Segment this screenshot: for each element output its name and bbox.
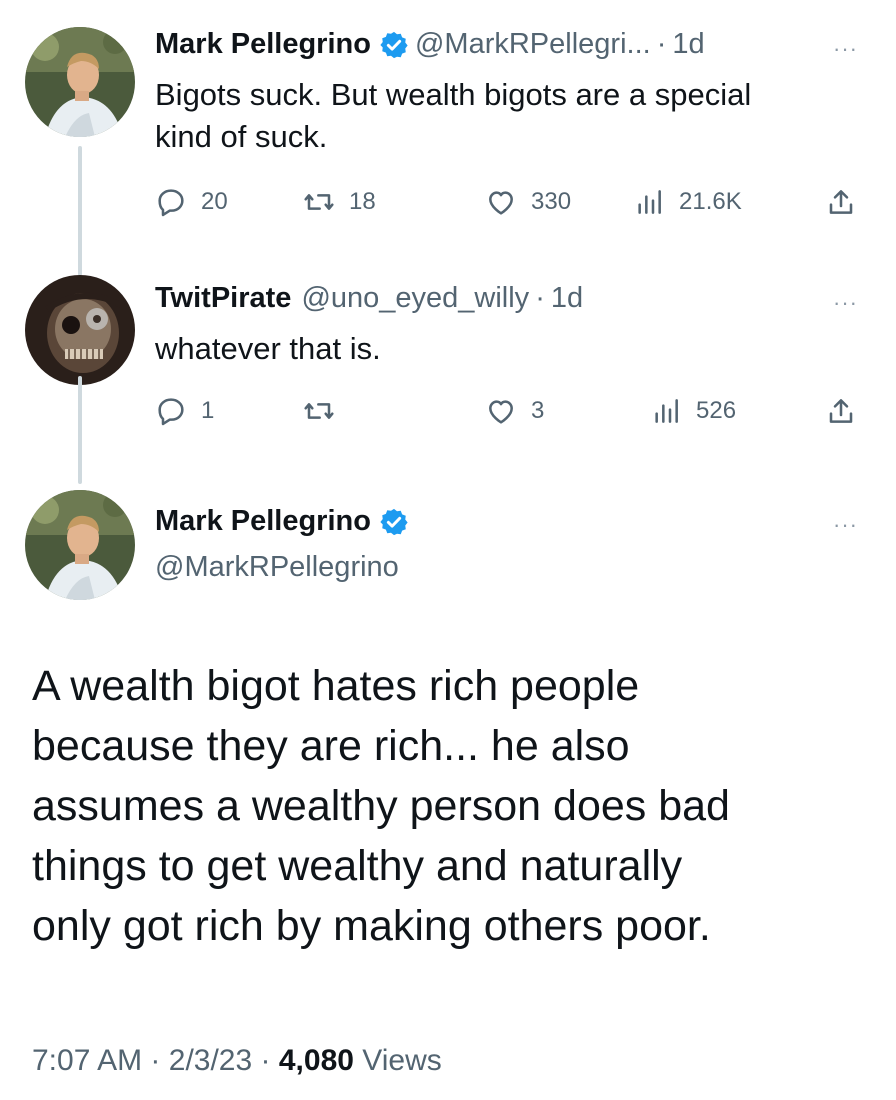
like-count: 3 (531, 397, 545, 424)
views-count: 4,080 (278, 1044, 354, 1077)
like-icon (489, 400, 513, 424)
author-handle[interactable]: @MarkRPellegrino (155, 551, 399, 584)
tweet-text-line: A wealth bigot hates rich people (32, 662, 640, 710)
views-icon (655, 399, 678, 423)
like-button[interactable]: 3 (485, 391, 544, 431)
retweet-button[interactable] (303, 391, 349, 431)
tweet-time[interactable]: 7:07 AM (32, 1044, 142, 1077)
thread-connector-line (78, 376, 82, 484)
views-label: Views (362, 1044, 442, 1077)
retweet-count: 18 (349, 188, 376, 215)
author-name[interactable]: TwitPirate (155, 282, 291, 315)
share-button[interactable] (825, 391, 857, 431)
tweet2-actions: 1 3 526 (155, 391, 865, 431)
verified-badge-icon (379, 507, 409, 537)
avatar-mark-pellegrino[interactable] (25, 490, 135, 600)
verified-badge-icon (379, 30, 409, 60)
tweet2-header: TwitPirate @uno_eyed_willy · 1d (155, 282, 583, 315)
share-button[interactable] (825, 182, 857, 222)
avatar-twitpirate[interactable] (25, 275, 135, 385)
like-icon (489, 191, 513, 215)
tweet-text-line: kind of suck. (155, 119, 328, 154)
author-handle[interactable]: @uno_eyed_willy (301, 282, 529, 315)
views-icon (638, 190, 661, 214)
tweet1-text: Bigots suck. But wealth bigots are a spe… (155, 74, 751, 158)
reply-button[interactable]: 20 (155, 182, 228, 222)
more-icon[interactable]: ··· (833, 36, 858, 62)
more-icon[interactable]: ··· (833, 290, 858, 316)
tweet3-header: Mark Pellegrino (155, 505, 415, 538)
separator-dot: · (535, 282, 545, 314)
reply-count: 20 (201, 188, 228, 215)
views-count: 21.6K (679, 188, 742, 215)
like-button[interactable]: 330 (485, 182, 571, 222)
tweet3-text: A wealth bigot hates rich people because… (32, 656, 730, 956)
avatar-mark-pellegrino[interactable] (25, 27, 135, 137)
separator-dot: · (150, 1044, 161, 1077)
reply-icon (158, 189, 184, 217)
reply-count: 1 (201, 397, 215, 424)
tweet1-actions: 20 18 330 21.6K (155, 182, 865, 222)
tweet-text-line: assumes a wealthy person does bad (32, 782, 730, 830)
tweet3-footer: 7:07 AM · 2/3/23 · 4,080 Views (32, 1044, 442, 1078)
tweet-text-line: things to get wealthy and naturally (32, 842, 683, 890)
views-button[interactable]: 526 (650, 391, 736, 431)
retweet-icon (304, 403, 334, 419)
retweet-button[interactable]: 18 (303, 182, 376, 222)
like-count: 330 (531, 188, 572, 215)
separator-dot: · (260, 1044, 271, 1077)
tweet-date[interactable]: 2/3/23 (169, 1044, 252, 1077)
retweet-icon (304, 194, 334, 210)
separator-dot: · (656, 28, 667, 60)
author-name[interactable]: Mark Pellegrino (155, 28, 371, 61)
tweet1-header: Mark Pellegrino @MarkRPellegri... · 1d (155, 28, 705, 61)
tweet-text-line: because they are rich... he also (32, 722, 630, 770)
reply-button[interactable]: 1 (155, 391, 214, 431)
share-icon (829, 399, 853, 423)
thread-connector-line (78, 146, 82, 276)
views-count: 526 (696, 397, 737, 424)
views-button[interactable]: 21.6K (633, 182, 742, 222)
share-icon (829, 190, 853, 214)
tweet-time[interactable]: 1d (551, 282, 583, 315)
reply-icon (158, 398, 184, 426)
author-name[interactable]: Mark Pellegrino (155, 505, 371, 538)
tweet2-text: whatever that is. (155, 331, 381, 366)
more-icon[interactable]: ··· (833, 512, 858, 538)
tweet-text-line: only got rich by making others poor. (32, 902, 711, 950)
author-handle[interactable]: @MarkRPellegri... (415, 28, 651, 61)
tweet-time[interactable]: 1d (672, 28, 704, 61)
tweet-text-line: Bigots suck. But wealth bigots are a spe… (155, 77, 752, 112)
